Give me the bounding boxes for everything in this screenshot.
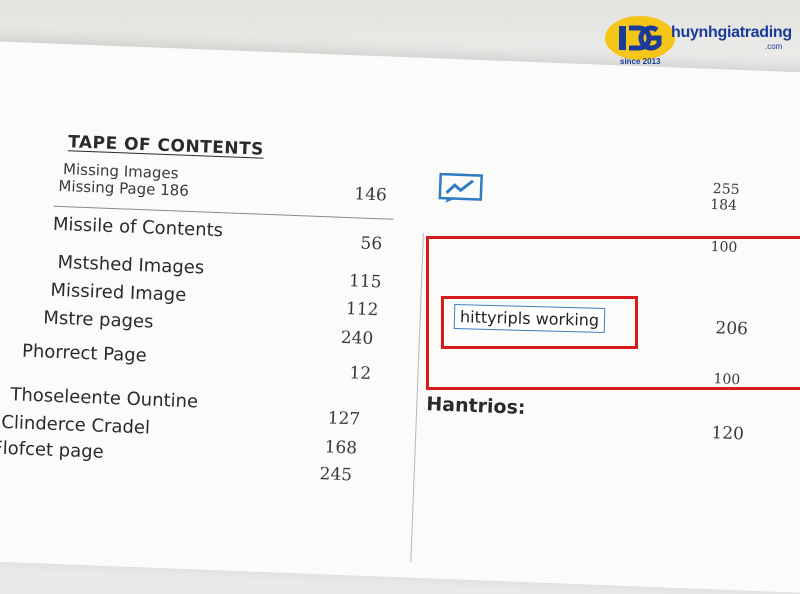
column-divider	[410, 232, 424, 563]
logo-wordmark: huynhgiatrading	[671, 24, 792, 41]
logo-since: since 2013	[620, 57, 661, 66]
logo-domain: .com	[765, 42, 783, 51]
toc-row-label: Missired Image	[50, 279, 187, 306]
toc-row-page: 12	[349, 363, 372, 385]
toc-row-page: 115	[348, 271, 382, 293]
toc-row-page: 112	[345, 299, 379, 321]
toc-row-page: 168	[324, 437, 358, 459]
toc-row-label: Phorrect Page	[21, 340, 148, 367]
toc-header-line2: Missing Page 186	[58, 176, 190, 200]
toc-row-label: Missile of Contents	[52, 213, 224, 242]
section-number: 120	[711, 423, 745, 445]
toc-row-page: 240	[340, 327, 374, 350]
toc-row-label: Mstshed Images	[57, 251, 205, 279]
right-number-a: 255	[712, 181, 740, 199]
logo-badge	[605, 16, 675, 60]
right-number-b: 184	[709, 196, 738, 214]
toc-row-label: Mstre pages	[42, 307, 154, 333]
toc-header-number: 146	[353, 184, 388, 206]
highlighted-text: hittyripls working	[453, 304, 606, 333]
toc-row-page: 127	[327, 408, 361, 430]
toc-row-page: 245	[319, 464, 353, 486]
toc-row-label: Flofcet page	[0, 437, 105, 463]
toc-row-page: 56	[360, 233, 383, 255]
toc-title: TAPE OF CONTENTS	[67, 132, 265, 160]
toc-row-label: Clinderce Cradel	[0, 411, 151, 439]
brand-logo: huynhgiatrading .com since 2013	[605, 12, 795, 68]
logo-mark-icon	[619, 25, 662, 51]
section-label: Hantrios:	[425, 393, 526, 419]
chart-icon	[438, 172, 483, 203]
toc-row-label: Thoseleente Ountine	[10, 384, 199, 413]
